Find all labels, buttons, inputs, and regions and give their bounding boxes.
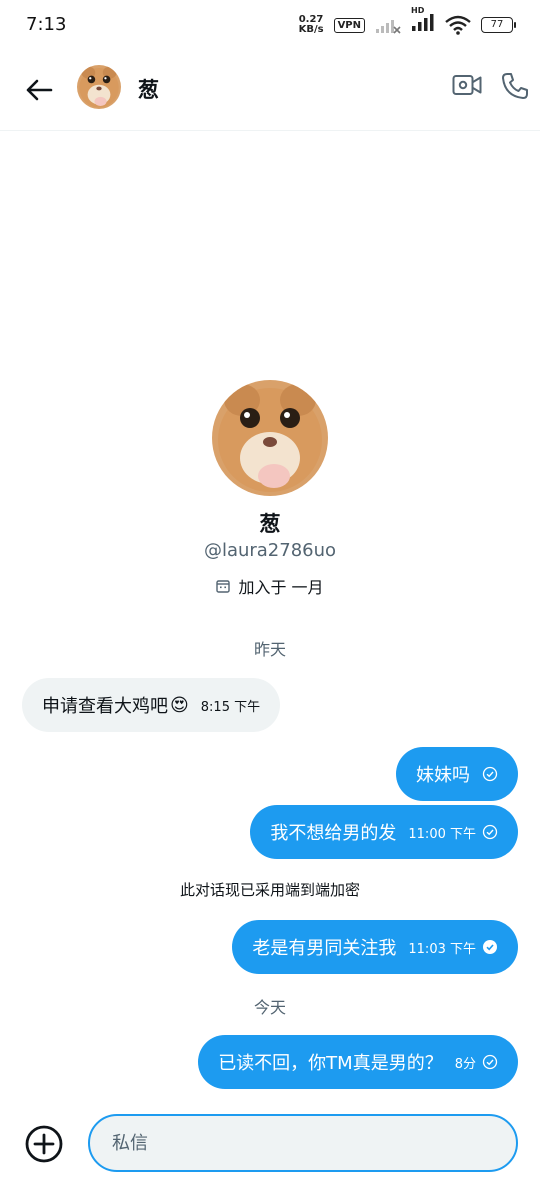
profile-avatar[interactable] [212,380,328,496]
status-time: 7:13 [26,14,67,35]
message-outgoing[interactable]: 已读不回，你TM真是男的？ 8分 [198,1035,518,1089]
status-icons: 0.27 KB/s VPN HD 77 [299,6,516,36]
profile-handle[interactable]: @laura2786uo [0,540,540,561]
heart-eyes-emoji: 😍 [170,694,189,716]
message-time: 8分 [454,1056,476,1072]
contact-name[interactable]: 葱 [138,74,159,104]
joined-text: 加入于 一月 [238,578,324,597]
video-camera-icon [452,75,482,95]
message-text: 老是有男同关注我 [252,938,397,959]
signal-hd: HD [411,6,435,36]
sent-check-icon [482,766,498,782]
plus-circle-icon [25,1125,63,1163]
cat-avatar-icon [212,380,328,496]
profile-joined: 加入于 一月 [0,574,540,598]
status-bar: 7:13 0.27 KB/s VPN HD 77 [0,0,540,52]
cat-avatar-icon [77,65,121,109]
sent-check-icon [482,824,498,840]
calendar-icon [216,580,231,593]
day-separator-today: 今天 [253,998,286,1017]
phone-icon [502,73,528,99]
message-time: 8:15 下午 [200,699,261,715]
message-incoming[interactable]: 申请查看大鸡吧 😍 8:15 下午 [22,678,281,732]
message-composer[interactable] [88,1114,518,1172]
message-input[interactable] [90,1116,492,1170]
wifi-icon [445,15,471,35]
video-call-button[interactable] [452,72,486,106]
network-speed-unit: KB/s [298,24,324,35]
message-outgoing[interactable]: 老是有男同关注我 11:03 下午 [232,920,518,974]
message-text: 申请查看大鸡吧 [42,696,168,717]
back-button[interactable] [22,73,56,107]
encryption-notice: 此对话现已采用端到端加密 [179,881,360,899]
day-separator-yesterday: 昨天 [253,640,286,659]
vpn-badge: VPN [333,17,365,33]
add-media-button[interactable] [24,1124,64,1164]
message-outgoing[interactable]: 妹妹吗 [396,747,518,801]
message-time: 11:03 下午 [408,941,476,957]
seen-check-icon [482,939,498,955]
message-outgoing[interactable]: 我不想给男的发 11:00 下午 [250,805,518,859]
message-text: 我不想给男的发 [270,823,397,844]
conversation-header: 葱 [0,52,540,131]
arrow-left-icon [26,79,53,101]
contact-avatar[interactable] [77,65,121,109]
voice-call-button[interactable] [501,72,535,106]
message-time: 11:00 下午 [408,826,476,842]
signal-strength-icon [412,14,434,31]
battery-level: 77 [481,17,513,33]
message-text: 已读不回，你TM真是男的？ [218,1053,443,1074]
profile-name[interactable]: 葱 [0,508,540,538]
sent-check-icon [482,1054,498,1070]
battery-icon: 77 [481,17,516,33]
hd-label: HD [411,6,425,15]
network-speed: 0.27 KB/s [299,15,324,35]
signal-no-service-icon [376,20,401,34]
message-text: 妹妹吗 [416,765,470,786]
